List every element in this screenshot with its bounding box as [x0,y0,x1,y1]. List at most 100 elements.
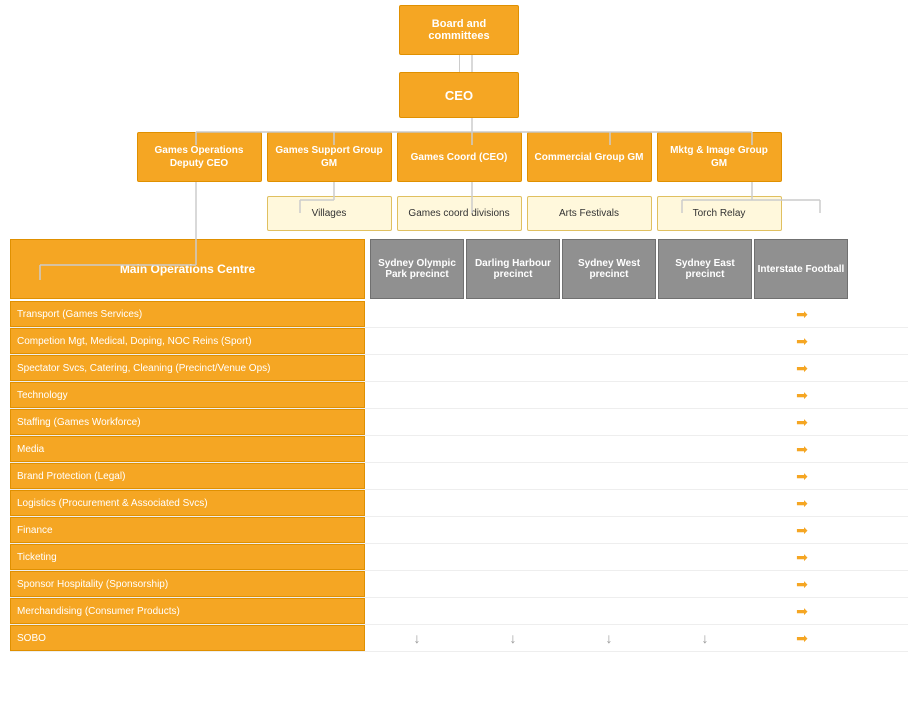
matrix-label-12: SOBO [10,625,365,651]
arrow-5-0 [370,436,464,462]
right-arrow-icon: ➡ [796,630,808,647]
arrow-1-3 [658,328,752,354]
arrow-12-3: ↓ [658,625,752,651]
ceo-box: CEO [399,72,519,118]
matrix-row-5: Media ➡ [10,436,908,463]
arrow-6-1 [466,463,560,489]
arrow-12-4: ➡ [754,625,848,651]
l2-box-2: Games Coord (CEO) [397,132,522,182]
down-arrow-icon: ↓ [414,630,421,646]
arrow-12-2: ↓ [562,625,656,651]
arrow-2-3 [658,355,752,381]
arrow-6-4: ➡ [754,463,848,489]
right-arrow-icon: ➡ [796,549,808,566]
matrix-label-2: Spectator Svcs, Catering, Cleaning (Prec… [10,355,365,381]
page-wrapper: Board and committees CEO Games Operation… [0,0,918,652]
right-arrow-icon: ➡ [796,387,808,404]
arrow-7-0 [370,490,464,516]
arrow-11-3 [658,598,752,624]
l2-box-3: Commercial Group GM [527,132,652,182]
arrow-7-3 [658,490,752,516]
right-arrow-icon: ➡ [796,414,808,431]
matrix-label-3: Technology [10,382,365,408]
right-arrow-icon: ➡ [796,495,808,512]
arrow-9-4: ➡ [754,544,848,570]
right-arrow-icon: ➡ [796,576,808,593]
arrow-5-2 [562,436,656,462]
arrow-1-4: ➡ [754,328,848,354]
precinct-4: Interstate Football [754,239,848,299]
arrow-11-4: ➡ [754,598,848,624]
l3-box-torch: Torch Relay [657,196,782,231]
right-arrow-icon: ➡ [796,333,808,350]
matrix-label-6: Brand Protection (Legal) [10,463,365,489]
matrix-label-7: Logistics (Procurement & Associated Svcs… [10,490,365,516]
right-arrow-icon: ➡ [796,522,808,539]
arrow-8-3 [658,517,752,543]
l2-box-1: Games Support Group GM [267,132,392,182]
matrix-label-1: Competion Mgt, Medical, Doping, NOC Rein… [10,328,365,354]
arrow-10-1 [466,571,560,597]
l3-spacer-0 [137,196,262,231]
board-box: Board and committees [399,5,519,55]
arrow-1-1 [466,328,560,354]
matrix-label-5: Media [10,436,365,462]
arrow-12-1: ↓ [466,625,560,651]
arrow-2-1 [466,355,560,381]
matrix-row-9: Ticketing ➡ [10,544,908,571]
arrow-5-3 [658,436,752,462]
arrow-8-4: ➡ [754,517,848,543]
matrix-row-4: Staffing (Games Workforce) ➡ [10,409,908,436]
l3-box-villages: Villages [267,196,392,231]
right-arrow-icon: ➡ [796,306,808,323]
matrix-label-4: Staffing (Games Workforce) [10,409,365,435]
arrow-10-3 [658,571,752,597]
arrow-11-0 [370,598,464,624]
right-arrow-icon: ➡ [796,603,808,620]
arrow-3-1 [466,382,560,408]
precinct-0: Sydney Olympic Park precinct [370,239,464,299]
level-ceo-box: CEO [0,72,918,118]
arrow-2-0 [370,355,464,381]
arrow-3-4: ➡ [754,382,848,408]
arrow-0-4: ➡ [754,301,848,327]
arrow-0-0 [370,301,464,327]
arrow-8-1 [466,517,560,543]
arrow-1-0 [370,328,464,354]
matrix-row-12: SOBO ↓ ↓ ↓ ↓ ➡ [10,625,908,652]
level3: Villages Games coord divisions Arts Fest… [0,196,918,231]
arrow-8-0 [370,517,464,543]
arrow-5-4: ➡ [754,436,848,462]
arrow-4-2 [562,409,656,435]
arrow-2-4: ➡ [754,355,848,381]
precinct-2: Sydney West precinct [562,239,656,299]
arrow-0-1 [466,301,560,327]
right-arrow-icon: ➡ [796,360,808,377]
arrow-9-1 [466,544,560,570]
matrix-rows: Transport (Games Services) ➡ Competion M… [10,301,908,652]
arrow-6-2 [562,463,656,489]
matrix-label-0: Transport (Games Services) [10,301,365,327]
arrow-7-1 [466,490,560,516]
arrow-3-0 [370,382,464,408]
arrow-9-0 [370,544,464,570]
arrow-10-0 [370,571,464,597]
arrow-7-2 [562,490,656,516]
arrow-0-3 [658,301,752,327]
org-top: Board and committees CEO Games Operation… [0,0,918,231]
matrix-row-8: Finance ➡ [10,517,908,544]
arrow-6-3 [658,463,752,489]
matrix-row-7: Logistics (Procurement & Associated Svcs… [10,490,908,517]
down-arrow-icon: ↓ [510,630,517,646]
arrow-10-4: ➡ [754,571,848,597]
precinct-1: Darling Harbour precinct [466,239,560,299]
arrow-4-3 [658,409,752,435]
matrix-label-9: Ticketing [10,544,365,570]
right-arrow-icon: ➡ [796,468,808,485]
l2-box-4: Mktg & Image Group GM [657,132,782,182]
matrix-row-1: Competion Mgt, Medical, Doping, NOC Rein… [10,328,908,355]
main-ops-row: Main Operations Centre Sydney Olympic Pa… [10,239,908,299]
arrow-10-2 [562,571,656,597]
matrix-row-0: Transport (Games Services) ➡ [10,301,908,328]
arrow-8-2 [562,517,656,543]
